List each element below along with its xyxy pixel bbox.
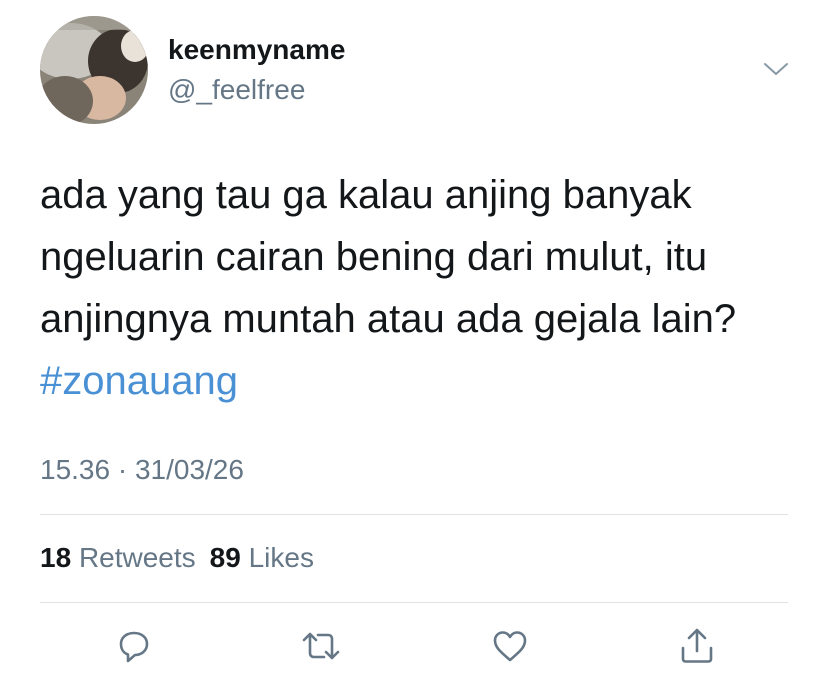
tweet-timestamp: 15.36 · 31/03/26 <box>40 454 244 485</box>
heart-icon <box>493 631 527 662</box>
likes-stat[interactable]: 89 Likes <box>210 542 314 573</box>
avatar-image <box>40 16 148 124</box>
engagement-stats: 18 Retweets 89 Likes <box>40 540 314 576</box>
divider <box>40 514 788 515</box>
tweet-text-line: ngeluarin cairan bening dari mulut, itu <box>40 235 708 279</box>
chevron-down-icon[interactable] <box>762 58 790 80</box>
retweet-button[interactable] <box>301 626 341 666</box>
reply-button[interactable] <box>114 626 154 666</box>
display-name[interactable]: keenmyname <box>168 32 345 68</box>
retweets-label: Retweets <box>78 542 196 573</box>
likes-label: Likes <box>248 542 314 573</box>
tweet-text-line: ada yang tau ga kalau anjing banyak <box>40 173 692 217</box>
share-icon <box>681 628 713 663</box>
like-button[interactable] <box>490 626 530 666</box>
retweets-stat[interactable]: 18 Retweets <box>40 542 196 573</box>
divider <box>40 602 788 603</box>
likes-count: 89 <box>209 542 241 573</box>
retweet-icon <box>302 632 340 660</box>
tweet-text: ada yang tau ga kalau anjing banyak ngel… <box>40 164 800 412</box>
reply-icon <box>119 631 149 663</box>
username-handle[interactable]: @_feelfree <box>168 72 305 108</box>
avatar[interactable] <box>40 16 148 124</box>
retweets-count: 18 <box>40 542 72 573</box>
share-button[interactable] <box>677 626 717 666</box>
hashtag-link[interactable]: #zonauang <box>40 350 800 412</box>
tweet-text-line: anjingnya muntah atau ada gejala lain? <box>40 297 737 341</box>
